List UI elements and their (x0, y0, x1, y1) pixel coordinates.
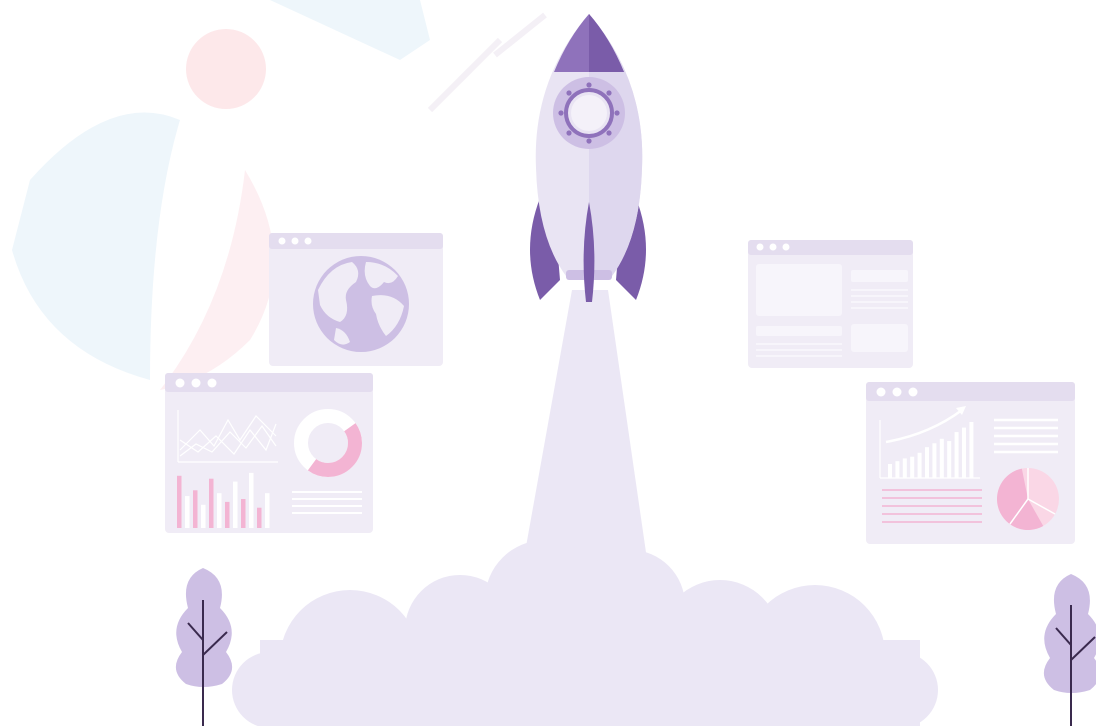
layout-window (748, 240, 913, 368)
right-bar (962, 427, 966, 478)
left-bar (225, 501, 230, 528)
right-bar (969, 422, 974, 478)
right-bar (954, 432, 959, 478)
left-bar (233, 481, 238, 528)
pie-chart-icon (996, 468, 1059, 531)
porthole-icon (553, 77, 625, 149)
right-bar (895, 461, 900, 478)
right-bar (902, 458, 907, 478)
left-bar (257, 507, 262, 528)
right-bar (917, 452, 922, 478)
rocket (530, 14, 646, 302)
right-bar (932, 443, 937, 478)
right-bar (910, 456, 915, 478)
left-bar (249, 472, 254, 528)
left-bar (209, 478, 214, 528)
tree-right (1044, 574, 1096, 726)
smoke-cloud (232, 540, 938, 726)
right-bar (888, 464, 892, 478)
right-bar (947, 441, 952, 478)
left-bar (185, 496, 190, 528)
globe-icon (313, 256, 409, 352)
analytics-window-left (165, 373, 373, 533)
tree-left (175, 568, 233, 726)
left-bar (217, 493, 222, 528)
exhaust-trail (520, 290, 650, 580)
right-bar (925, 447, 929, 478)
left-bar (201, 504, 206, 528)
left-bar (241, 499, 246, 528)
analytics-window-right (866, 382, 1075, 544)
right-bar (939, 438, 944, 478)
left-bar (193, 490, 198, 528)
left-bar (177, 475, 182, 528)
globe-window (269, 233, 443, 366)
rocket-launch-illustration (12, 0, 1096, 726)
left-bar (265, 493, 270, 528)
